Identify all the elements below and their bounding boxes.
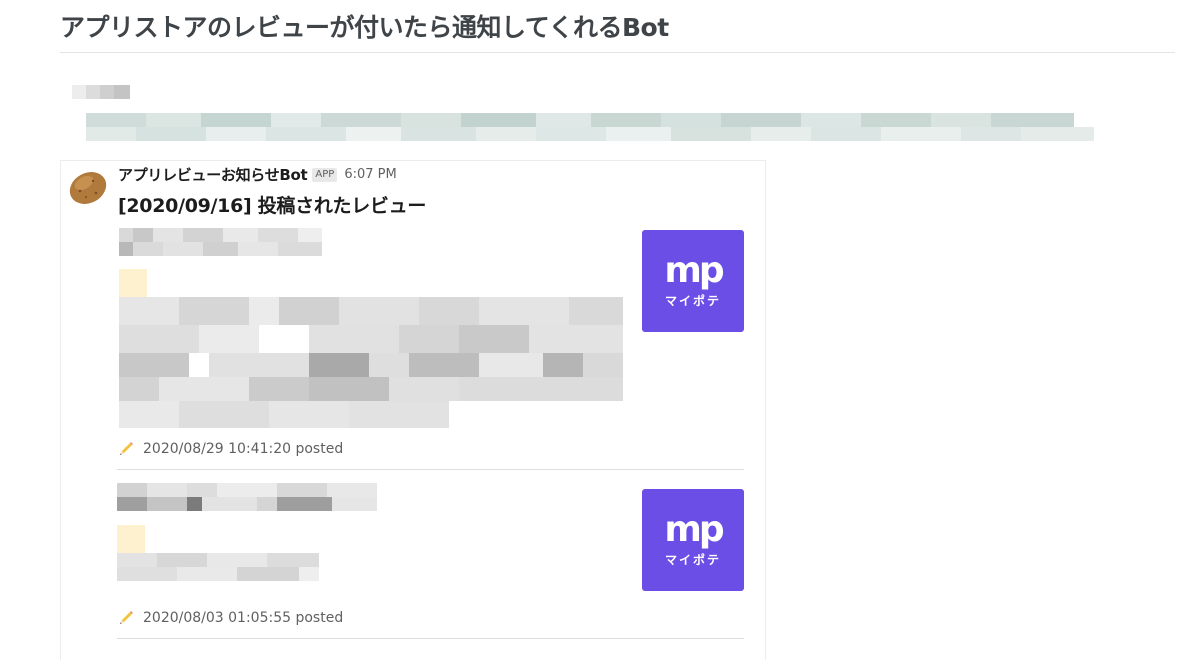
app-logo: mp [664, 249, 724, 291]
redacted-rating [117, 525, 145, 553]
message-heading: [2020/09/16] 投稿されたレビュー [118, 195, 427, 217]
bot-name[interactable]: アプリレビューお知らせBot [118, 164, 308, 185]
title-divider [60, 52, 1175, 53]
app-caption: マイポテ [664, 293, 721, 308]
review-divider [117, 638, 744, 639]
app-icon-myp[interactable]: mp マイポテ [642, 230, 744, 332]
review-divider [117, 469, 744, 470]
message-header: アプリレビューお知らせBot APP 6:07 PM [118, 164, 397, 185]
posted-text: 2020/08/29 10:41:20 posted [143, 441, 344, 457]
pencil-icon [120, 611, 133, 624]
redacted-review-body [119, 297, 623, 428]
posted-timestamp: 2020/08/03 01:05:55 posted [117, 609, 343, 627]
redacted-rating [119, 269, 147, 297]
app-caption: マイポテ [664, 552, 721, 567]
redacted-author [72, 85, 130, 99]
potato-icon[interactable] [66, 167, 110, 207]
posted-timestamp: 2020/08/29 10:41:20 posted [117, 440, 343, 458]
pencil-icon [120, 442, 133, 455]
redacted-link [86, 113, 1094, 141]
slack-message: アプリレビューお知らせBot APP 6:07 PM [2020/09/16] … [60, 160, 766, 660]
app-icon-myp[interactable]: mp マイポテ [642, 489, 744, 591]
app-logo: mp [664, 508, 724, 550]
message-timestamp[interactable]: 6:07 PM [344, 167, 396, 182]
posted-text: 2020/08/03 01:05:55 posted [143, 610, 344, 626]
redacted-review-body [117, 553, 319, 581]
redacted-review-title [117, 483, 377, 511]
app-badge: APP [312, 167, 338, 182]
redacted-review-title [119, 228, 322, 256]
page-title: アプリストアのレビューが付いたら通知してくれるBot [60, 13, 669, 42]
